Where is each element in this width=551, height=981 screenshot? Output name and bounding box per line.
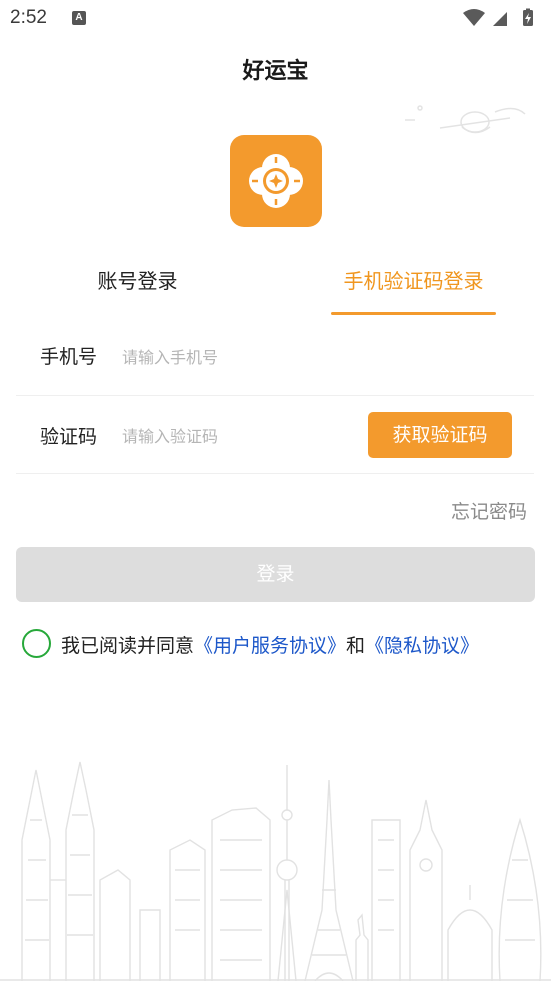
- phone-row: 手机号: [16, 318, 534, 396]
- agreement-text: 我已阅读并同意《用户服务协议》和《隐私协议》: [61, 631, 479, 658]
- decorative-doodle: [405, 105, 526, 134]
- clover-coin-icon: [249, 154, 303, 208]
- app-logo: [230, 135, 322, 227]
- privacy-policy-link[interactable]: 《隐私协议》: [365, 635, 479, 657]
- forgot-password-link[interactable]: 忘记密码: [451, 497, 527, 524]
- status-time: 2:52: [10, 7, 47, 28]
- tab-sms-login[interactable]: 手机验证码登录: [331, 258, 496, 316]
- agreement-checkbox[interactable]: [22, 629, 51, 658]
- status-icons: [463, 8, 533, 26]
- agreement-prefix: 我已阅读并同意: [61, 635, 195, 657]
- wifi-icon: [463, 9, 485, 26]
- battery-charging-icon: [523, 8, 533, 26]
- agreement-row: 我已阅读并同意《用户服务协议》和《隐私协议》: [22, 627, 537, 661]
- page-title: 好运宝: [242, 59, 309, 84]
- cell-signal-icon: [493, 12, 507, 26]
- agreement-conjunction: 和: [346, 635, 366, 657]
- user-agreement-link[interactable]: 《用户服务协议》: [194, 635, 346, 657]
- code-row: 验证码 获取验证码: [16, 396, 534, 474]
- notification-icon: A: [72, 11, 86, 25]
- code-input[interactable]: [122, 421, 352, 451]
- login-tabs: 账号登录 手机验证码登录: [0, 258, 551, 318]
- active-tab-indicator: [331, 312, 496, 315]
- status-bar: 2:52 A: [0, 0, 551, 38]
- city-skyline-illustration: [0, 761, 551, 981]
- get-code-button[interactable]: 获取验证码: [368, 412, 512, 458]
- code-label: 验证码: [40, 426, 98, 448]
- login-button[interactable]: 登录: [16, 547, 535, 602]
- phone-input[interactable]: [122, 342, 352, 372]
- phone-label: 手机号: [40, 346, 98, 368]
- tab-account-login[interactable]: 账号登录: [60, 258, 215, 316]
